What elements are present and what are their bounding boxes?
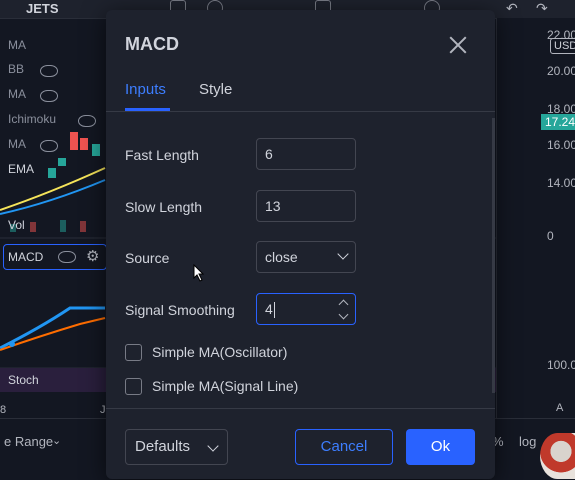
hidden-eye-icon[interactable] — [40, 90, 58, 102]
currency-badge[interactable]: USD — [550, 38, 575, 54]
signal-smoothing-input[interactable]: 4 — [256, 293, 356, 325]
date-label: J — [100, 404, 106, 416]
slow-length-input[interactable]: 13 — [256, 190, 356, 222]
decrement-icon[interactable] — [338, 309, 349, 320]
cancel-button[interactable]: Cancel — [295, 429, 393, 465]
divider — [106, 111, 495, 112]
chevron-down-icon — [207, 440, 219, 452]
eye-icon[interactable] — [58, 251, 76, 263]
candle — [48, 168, 56, 178]
undo-icon[interactable]: ↶ — [506, 0, 518, 17]
date-label: 8 — [0, 404, 7, 416]
defaults-label: Defaults — [135, 438, 191, 455]
simple-ma-oscillator-label[interactable]: Simple MA(Oscillator) — [152, 344, 287, 360]
slow-length-value: 13 — [265, 198, 281, 214]
indicator-label[interactable]: MA — [8, 38, 26, 52]
simple-ma-signal-checkbox[interactable] — [125, 378, 142, 395]
fast-length-input[interactable]: 6 — [256, 138, 356, 170]
macd-settings-dialog: MACD Inputs Style Fast Length 6 Slow Len… — [106, 10, 495, 479]
macd-indicator-chip[interactable]: MACD ⚙ — [3, 244, 107, 270]
chevron-down-icon — [337, 248, 349, 260]
source-label: Source — [125, 250, 170, 266]
price-tick: 14.00 — [547, 176, 575, 190]
chevron-down-icon: ⌄ — [52, 435, 62, 447]
scrollbar[interactable] — [492, 118, 495, 393]
avatar[interactable] — [540, 433, 575, 479]
vol-label[interactable]: Vol — [8, 218, 25, 232]
signal-smoothing-label: Signal Smoothing — [125, 302, 235, 318]
signal-smoothing-value: 4 — [265, 301, 273, 317]
candle — [80, 138, 88, 150]
indicator-label[interactable]: EMA — [8, 162, 34, 176]
price-axis[interactable]: 22.00 20.00 18.00 16.00 14.00 0 100.0 — [496, 18, 575, 418]
gear-icon[interactable]: ⚙ — [86, 247, 99, 265]
fast-length-value: 6 — [265, 146, 273, 162]
indicator-label[interactable]: BB — [8, 62, 24, 76]
tab-style[interactable]: Style — [199, 81, 232, 98]
last-price-badge: 17.24 — [541, 114, 575, 130]
close-icon[interactable] — [447, 34, 469, 56]
increment-icon[interactable] — [338, 299, 349, 310]
indicator-label[interactable]: Ichimoku — [8, 112, 56, 126]
hidden-eye-icon[interactable] — [40, 140, 58, 152]
price-tick: 100.0 — [547, 358, 575, 372]
hidden-eye-icon[interactable] — [40, 65, 58, 77]
fast-length-label: Fast Length — [125, 147, 199, 163]
candle — [58, 158, 66, 166]
macd-chip-label: MACD — [8, 250, 44, 264]
tab-inputs[interactable]: Inputs — [125, 81, 166, 98]
mouse-cursor-icon — [193, 264, 205, 282]
dialog-title: MACD — [125, 34, 179, 54]
text-caret — [273, 302, 275, 319]
ma-line — [0, 179, 106, 215]
date-range-button[interactable]: e Range — [4, 434, 53, 449]
auto-scale-button[interactable]: A — [556, 402, 563, 414]
defaults-dropdown[interactable]: Defaults — [125, 429, 228, 465]
hidden-eye-icon[interactable] — [78, 115, 96, 127]
stoch-label[interactable]: Stoch — [8, 373, 39, 387]
divider — [106, 408, 495, 409]
source-select[interactable]: close — [256, 241, 356, 273]
price-tick: 0 — [547, 229, 554, 243]
indicator-label[interactable]: MA — [8, 137, 26, 151]
indicator-label[interactable]: MA — [8, 87, 26, 101]
simple-ma-oscillator-checkbox[interactable] — [125, 344, 142, 361]
signal-line — [0, 317, 106, 351]
redo-icon[interactable]: ↷ — [536, 0, 548, 17]
candle — [70, 132, 78, 150]
price-tick: 16.00 — [547, 138, 575, 152]
candle — [92, 144, 100, 156]
price-tick: 20.00 — [547, 64, 575, 78]
simple-ma-signal-label[interactable]: Simple MA(Signal Line) — [152, 378, 298, 394]
symbol-name[interactable]: JETS — [26, 1, 59, 16]
ok-button[interactable]: Ok — [406, 429, 475, 465]
macd-line — [0, 306, 105, 350]
log-button[interactable]: log — [519, 434, 536, 449]
source-value: close — [265, 249, 298, 265]
slow-length-label: Slow Length — [125, 199, 203, 215]
